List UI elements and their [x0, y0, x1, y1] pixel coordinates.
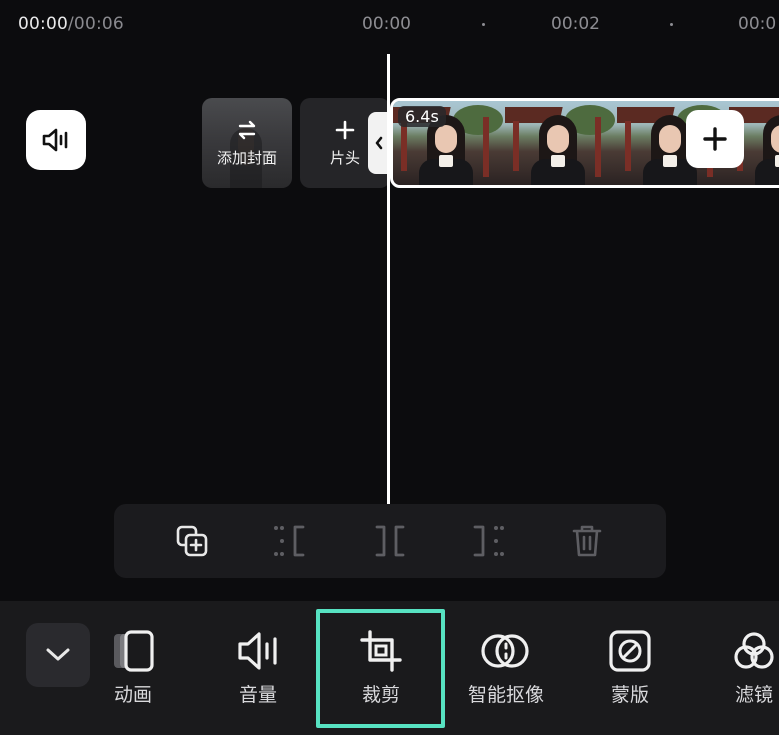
tool-label: 动画: [113, 684, 152, 706]
plus-icon: [703, 127, 727, 151]
split-left-button[interactable]: [270, 521, 310, 561]
total-time: /00:06: [68, 14, 124, 34]
ruler-dot: [482, 23, 485, 26]
ruler-tick-0: 00:00: [362, 14, 411, 34]
original-audio-button[interactable]: [26, 110, 86, 170]
duplicate-button[interactable]: [172, 521, 212, 561]
split-button[interactable]: [370, 521, 410, 561]
ruler-tick-4: 00:0: [738, 14, 777, 34]
volume-icon: [238, 632, 277, 670]
trash-icon: [572, 525, 602, 557]
tool-label: 滤镜: [734, 684, 773, 706]
clip-duration-badge: 6.4s: [398, 106, 446, 127]
split-right-icon: [473, 525, 504, 557]
speaker-icon: [42, 128, 68, 152]
intro-label: 片头: [329, 148, 360, 167]
clip-frame: [505, 101, 617, 185]
split-right-button[interactable]: [468, 521, 508, 561]
tool-label: 智能抠像: [467, 684, 544, 706]
clip-edit-toolbar: [114, 504, 666, 578]
tool-mask[interactable]: 蒙版: [575, 630, 685, 707]
tool-label: 蒙版: [610, 684, 649, 706]
add-clip-button[interactable]: [686, 110, 744, 168]
mask-icon: [609, 630, 651, 672]
split-left-icon: [274, 525, 305, 557]
tool-volume[interactable]: 音量: [203, 630, 313, 707]
smart-cutout-icon: [481, 634, 529, 668]
add-cover-button[interactable]: 添加封面: [202, 98, 292, 188]
playhead[interactable]: [387, 54, 390, 504]
selected-tool-highlight: [316, 609, 445, 728]
chevron-down-icon: [46, 648, 70, 661]
tool-label: 音量: [238, 684, 277, 706]
plus-icon: [335, 120, 355, 139]
swap-icon: [238, 120, 256, 139]
filter-icon: [734, 632, 774, 669]
split-icon: [375, 525, 405, 557]
ruler-dot: [670, 23, 673, 26]
tool-animation[interactable]: 动画: [78, 630, 188, 707]
add-cover-label: 添加封面: [216, 148, 277, 167]
tool-smart-cutout[interactable]: 智能抠像: [451, 630, 561, 707]
animation-icon: [114, 630, 154, 672]
tool-filter[interactable]: 滤镜: [699, 630, 779, 707]
time-readout: 00:00/00:06: [18, 14, 124, 34]
ruler-tick-2: 00:02: [551, 14, 600, 34]
duplicate-icon: [176, 525, 208, 557]
chevron-left-icon: [375, 136, 383, 150]
current-time: 00:00: [18, 14, 68, 34]
delete-button[interactable]: [567, 521, 607, 561]
